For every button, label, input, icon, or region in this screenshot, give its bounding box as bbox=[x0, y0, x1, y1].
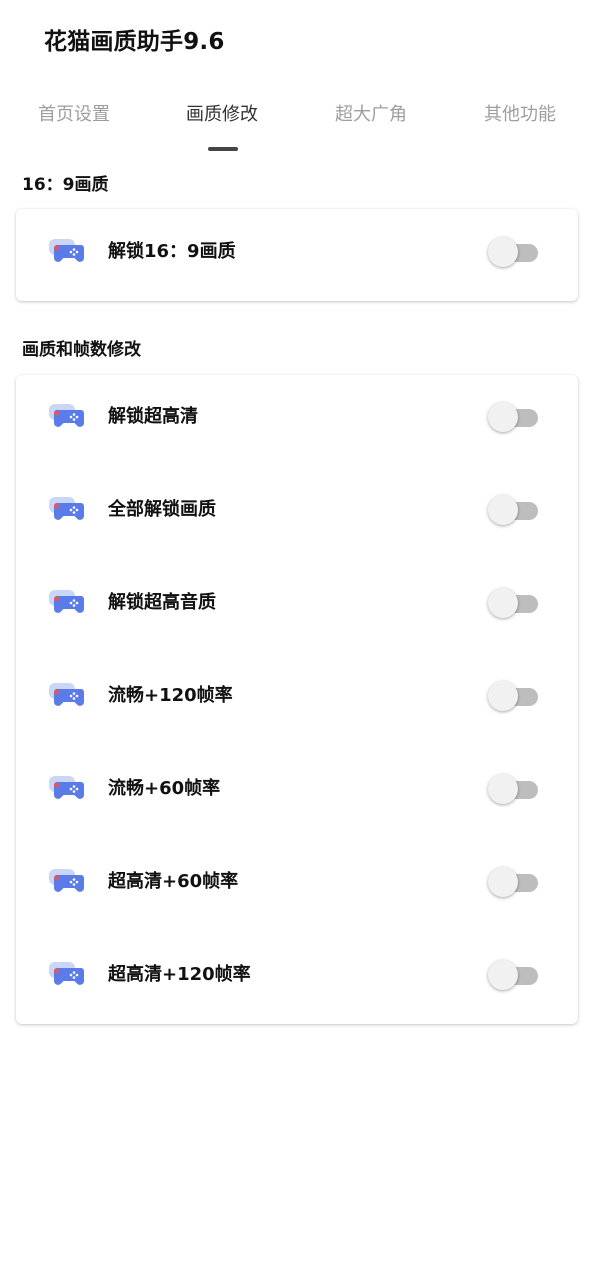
setting-row-unlock-uhd[interactable]: 解锁超高清 bbox=[16, 387, 578, 447]
setting-label: 流畅+60帧率 bbox=[108, 778, 221, 799]
gamepad-icon bbox=[48, 403, 84, 431]
setting-label: 全部解锁画质 bbox=[108, 499, 216, 520]
setting-row-smooth-60fps[interactable]: 流畅+60帧率 bbox=[16, 759, 578, 819]
setting-row-unlock-hq-audio[interactable]: 解锁超高音质 bbox=[16, 573, 578, 633]
tab-home-settings[interactable]: 首页设置 bbox=[0, 98, 148, 138]
setting-row-unlock-16-9[interactable]: 解锁16：9画质 bbox=[16, 222, 578, 282]
setting-label: 超高清+120帧率 bbox=[108, 964, 251, 985]
setting-row-uhd-120fps[interactable]: 超高清+120帧率 bbox=[16, 945, 578, 1005]
active-tab-indicator bbox=[208, 147, 238, 151]
toggle-thumb bbox=[488, 681, 518, 711]
toggle-switch[interactable] bbox=[488, 587, 540, 619]
toggle-switch[interactable] bbox=[488, 494, 540, 526]
setting-row-uhd-60fps[interactable]: 超高清+60帧率 bbox=[16, 852, 578, 912]
gamepad-icon bbox=[48, 496, 84, 524]
setting-label: 解锁超高清 bbox=[108, 406, 198, 427]
gamepad-icon bbox=[48, 775, 84, 803]
toggle-thumb bbox=[488, 402, 518, 432]
toggle-switch[interactable] bbox=[488, 401, 540, 433]
gamepad-icon bbox=[48, 961, 84, 989]
toggle-switch[interactable] bbox=[488, 959, 540, 991]
gamepad-icon bbox=[48, 238, 84, 266]
toggle-thumb bbox=[488, 588, 518, 618]
tab-wide-angle[interactable]: 超大广角 bbox=[297, 98, 445, 138]
toggle-thumb bbox=[488, 960, 518, 990]
section-title-quality-fps: 画质和帧数修改 bbox=[22, 340, 141, 360]
toggle-switch[interactable] bbox=[488, 680, 540, 712]
setting-row-smooth-120fps[interactable]: 流畅+120帧率 bbox=[16, 666, 578, 726]
toggle-thumb bbox=[488, 774, 518, 804]
gamepad-icon bbox=[48, 589, 84, 617]
tab-bar: 首页设置 画质修改 超大广角 其他功能 bbox=[0, 98, 594, 158]
gamepad-icon bbox=[48, 682, 84, 710]
app-root: 花猫画质助手9.6 首页设置 画质修改 超大广角 其他功能 16：9画质 解锁1… bbox=[0, 0, 594, 1280]
tab-other-functions[interactable]: 其他功能 bbox=[446, 98, 594, 138]
setting-label: 解锁超高音质 bbox=[108, 592, 216, 613]
toggle-switch[interactable] bbox=[488, 236, 540, 268]
toggle-thumb bbox=[488, 237, 518, 267]
toggle-thumb bbox=[488, 495, 518, 525]
toggle-switch[interactable] bbox=[488, 866, 540, 898]
toggle-thumb bbox=[488, 867, 518, 897]
toggle-switch[interactable] bbox=[488, 773, 540, 805]
section-title-16-9: 16：9画质 bbox=[22, 175, 109, 195]
setting-row-unlock-all-quality[interactable]: 全部解锁画质 bbox=[16, 480, 578, 540]
setting-label: 超高清+60帧率 bbox=[108, 871, 239, 892]
card-quality-fps: 解锁超高清 全部解锁画质 解锁超高音质 流畅+120帧率 流畅+60帧率 超高清… bbox=[16, 375, 578, 1024]
setting-label: 流畅+120帧率 bbox=[108, 685, 233, 706]
app-title: 花猫画质助手9.6 bbox=[44, 29, 225, 55]
setting-label: 解锁16：9画质 bbox=[108, 241, 236, 262]
gamepad-icon bbox=[48, 868, 84, 896]
tab-quality-modify[interactable]: 画质修改 bbox=[148, 98, 296, 138]
card-16-9: 解锁16：9画质 bbox=[16, 209, 578, 301]
